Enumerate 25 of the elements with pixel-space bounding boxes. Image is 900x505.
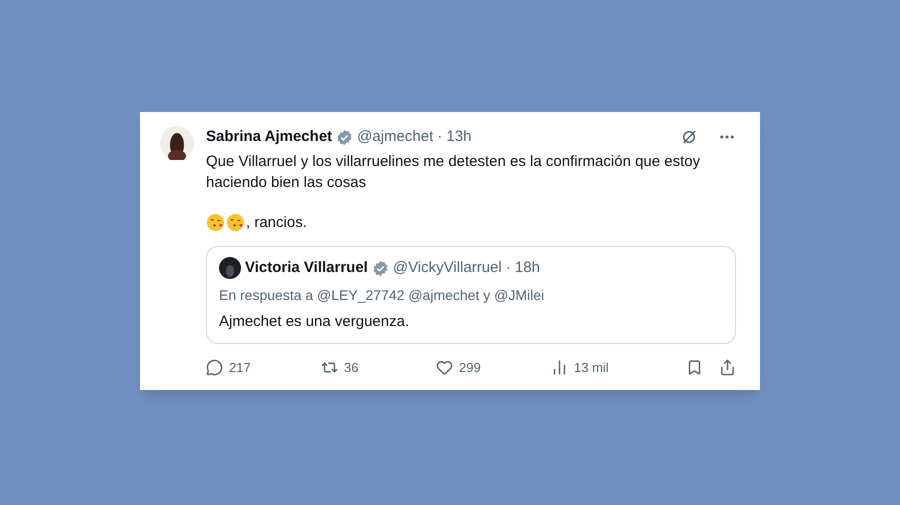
bar-chart-icon xyxy=(551,359,568,376)
tweet-text: , rancios. xyxy=(246,212,307,232)
kiss-face-icon xyxy=(206,213,225,232)
tweet-time: · 13h xyxy=(437,127,472,147)
quoted-tweet[interactable]: Victoria Villarruel @VickyVillarruel · 18h En respuesta a @LEY_27742 @ajmechet y @JMilei Ajmechet es una verguenza. xyxy=(206,246,736,344)
reply-context: En respuesta a @LEY_27742 @ajmechet y @JMilei xyxy=(219,286,546,305)
retweet-button[interactable]: 36 xyxy=(321,358,436,378)
tweet-text: Que Villarruel y los villarruelines me detesten es la confirmación que estoy haciendo bien las cosas xyxy=(206,152,702,192)
avatar-icon xyxy=(160,126,194,160)
quoted-text: Ajmechet es una verguenza. xyxy=(219,312,410,332)
heart-icon xyxy=(436,359,453,376)
author-handle: @VickyVillarruel xyxy=(392,258,502,278)
share-icon[interactable] xyxy=(719,359,736,376)
slashed-circle-icon[interactable] xyxy=(680,128,698,146)
avatar-icon xyxy=(219,257,241,280)
kiss-face-icon xyxy=(226,213,245,232)
author-handle: @ajmechet xyxy=(357,127,434,147)
reply-icon xyxy=(206,359,223,376)
author-name: Sabrina Ajmechet xyxy=(206,127,332,147)
like-button[interactable]: 299 xyxy=(436,358,551,378)
bookmark-icon[interactable] xyxy=(686,359,703,376)
reply-button[interactable]: 217 xyxy=(206,358,321,378)
author-name: Victoria Villarruel xyxy=(245,258,368,278)
tweet-time: · 18h xyxy=(506,258,540,278)
views-button[interactable]: 13 mil xyxy=(551,358,666,378)
